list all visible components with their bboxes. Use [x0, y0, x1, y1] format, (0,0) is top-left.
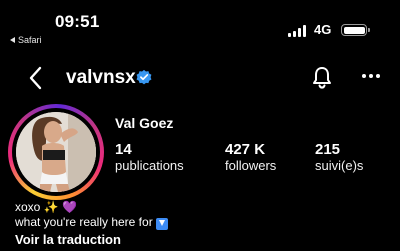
profile-avatar-story-ring[interactable]	[8, 104, 104, 200]
followers-count: 427 K	[225, 141, 266, 158]
stat-followers[interactable]: 427 K followers	[225, 141, 276, 174]
more-options-icon[interactable]	[360, 71, 382, 81]
bio-line-1: xoxo ✨ 💜	[15, 200, 77, 214]
bio: xoxo ✨ 💜 what you're really here for	[15, 200, 168, 230]
status-bar: 09:51 Safari 4G	[0, 0, 400, 48]
status-time: 09:51	[55, 12, 100, 31]
display-name: Val Goez	[115, 115, 174, 131]
see-translation-link[interactable]: Voir la traduction	[15, 232, 121, 247]
network-type: 4G	[314, 22, 332, 37]
username: valvnsx	[66, 67, 136, 88]
avatar	[16, 112, 96, 192]
following-count: 215	[315, 141, 341, 158]
stat-following[interactable]: 215 suivi(e)s	[315, 141, 363, 174]
down-arrow-emoji-icon	[155, 217, 168, 230]
bio-line-2: what you're really here for	[15, 215, 153, 229]
publications-count: 14	[115, 141, 132, 158]
back-to-safari-link[interactable]: Safari	[10, 35, 42, 45]
battery-icon	[341, 24, 370, 36]
verified-badge-icon	[136, 69, 152, 85]
notification-bell-icon[interactable]	[311, 65, 333, 89]
back-app-label: Safari	[18, 35, 42, 45]
profile-photo	[16, 112, 96, 192]
stat-publications[interactable]: 14 publications	[115, 141, 184, 174]
back-arrow-icon[interactable]	[22, 64, 50, 92]
profile-header: valvnsx	[0, 58, 400, 98]
followers-label: followers	[225, 158, 277, 173]
back-triangle-icon	[10, 37, 15, 43]
following-label: suivi(e)s	[315, 158, 364, 173]
publications-label: publications	[115, 158, 184, 173]
cellular-signal-icon	[288, 25, 308, 37]
